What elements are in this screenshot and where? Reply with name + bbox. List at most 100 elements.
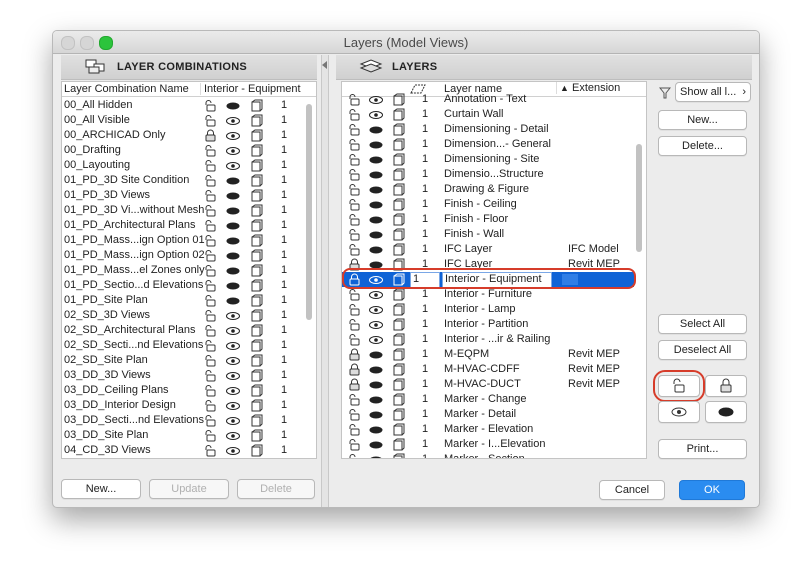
combination-row[interactable]: 01_PD_3D Site Condition 1 <box>62 173 302 188</box>
column-header-combination-name[interactable]: Layer Combination Name <box>64 83 189 95</box>
layer-row[interactable]: 1 Finish - Ceiling <box>342 197 634 212</box>
delete-layer-button[interactable]: Delete... <box>658 136 747 156</box>
combination-row[interactable]: 00_All Hidden 1 <box>62 98 302 113</box>
lock-icon <box>349 348 360 361</box>
layer-row[interactable]: 1 Marker - Section <box>342 452 634 458</box>
wireframe-solid-icon <box>251 399 263 412</box>
show-all-layers-dropdown[interactable]: Show all l... › <box>675 82 751 102</box>
combination-row[interactable]: 01_PD_Architectural Plans 1 <box>62 218 302 233</box>
wireframe-solid-icon <box>251 414 263 427</box>
layer-row[interactable]: 1 M-HVAC-DUCT Revit MEP <box>342 377 634 392</box>
layer-view-mode-toggle[interactable] <box>392 453 405 458</box>
layer-row[interactable]: 1 Finish - Wall <box>342 227 634 242</box>
combination-intersection-group: 1 <box>281 414 288 426</box>
layer-row[interactable]: 1 Dimensioning - Detail <box>342 122 634 137</box>
wireframe-solid-icon <box>393 198 405 211</box>
combination-row[interactable]: 02_SD_Site Plan 1 <box>62 353 302 368</box>
combination-row[interactable]: 03_DD_3D Views 1 <box>62 368 302 383</box>
intersection-group-number: 1 <box>422 138 429 150</box>
layer-row[interactable]: 1 Drawing & Figure <box>342 182 634 197</box>
layer-row[interactable]: 1 Finish - Floor <box>342 212 634 227</box>
combination-row[interactable]: 01_PD_Site Plan 1 <box>62 293 302 308</box>
combination-row[interactable]: 00_Layouting 1 <box>62 158 302 173</box>
cancel-button[interactable]: Cancel <box>599 480 665 500</box>
show-all-layers-label: Show all l... <box>680 86 737 98</box>
collapse-arrow-icon[interactable] <box>322 61 327 69</box>
layer-row[interactable]: 1 Interior - Furniture <box>342 287 634 302</box>
eye-icon <box>226 327 240 335</box>
combination-row[interactable]: 01_PD_Mass...ign Option 02 1 <box>62 248 302 263</box>
delete-combination-button[interactable]: Delete <box>237 479 315 499</box>
intersection-group-number: 1 <box>422 363 429 375</box>
combination-row[interactable]: 01_PD_Mass...ign Option 01 1 <box>62 233 302 248</box>
combination-row[interactable]: 00_Drafting 1 <box>62 143 302 158</box>
layer-row[interactable]: 1 Interior - Lamp <box>342 302 634 317</box>
layer-row[interactable]: 1 M-EQPM Revit MEP <box>342 347 634 362</box>
combination-visibility-toggle[interactable] <box>225 445 241 458</box>
combination-row[interactable]: 01_PD_Sectio...d Elevations 1 <box>62 278 302 293</box>
hide-selected-layers-button[interactable] <box>705 401 747 423</box>
layer-visibility-toggle[interactable] <box>368 454 384 458</box>
hidden-eye-icon <box>369 216 383 224</box>
intersection-group-number: 1 <box>422 333 429 345</box>
column-header-active-combination[interactable]: Interior - Equipment <box>200 83 301 95</box>
combination-row[interactable]: 03_DD_Site Plan 1 <box>62 428 302 443</box>
layer-combinations-list-header: Layer Combination Name Interior - Equipm… <box>62 82 316 97</box>
combination-intersection-group: 1 <box>281 354 288 366</box>
left-list-scrollbar[interactable] <box>306 104 312 320</box>
layer-row[interactable]: 1 Marker - Change <box>342 392 634 407</box>
intersection-group-number: 1 <box>422 318 429 330</box>
new-layer-button[interactable]: New... <box>658 110 747 130</box>
print-button[interactable]: Print... <box>658 439 747 459</box>
layer-row[interactable]: 1 Marker - I...Elevation <box>342 437 634 452</box>
combination-name: 01_PD_3D Views <box>64 189 151 201</box>
combination-lock-toggle[interactable] <box>204 444 217 458</box>
intersection-group-number: 1 <box>422 123 429 135</box>
update-combination-button[interactable]: Update <box>149 479 229 499</box>
unlock-button-highlight-ring <box>653 370 705 402</box>
combination-row[interactable]: 01_PD_3D Views 1 <box>62 188 302 203</box>
new-combination-button[interactable]: New... <box>61 479 141 499</box>
layer-row[interactable]: 1 Annotation - Text <box>342 92 634 107</box>
layer-row[interactable]: 1 Dimensio...Structure <box>342 167 634 182</box>
layers-list-scrollbar[interactable] <box>636 144 642 252</box>
layer-row[interactable]: 1 Dimensioning - Site <box>342 152 634 167</box>
intersection-group-number: 1 <box>422 243 429 255</box>
combination-row[interactable]: 02_SD_Secti...nd Elevations 1 <box>62 338 302 353</box>
combination-row[interactable]: 00_All Visible 1 <box>62 113 302 128</box>
combination-row[interactable]: 01_PD_3D Vi...without Mesh 1 <box>62 203 302 218</box>
unlock-icon <box>349 124 360 136</box>
layer-row[interactable]: 1 Marker - Detail <box>342 407 634 422</box>
panel-splitter[interactable] <box>321 55 329 507</box>
show-selected-layers-button[interactable] <box>658 401 700 423</box>
layer-row[interactable]: 1 M-HVAC-CDFF Revit MEP <box>342 362 634 377</box>
combination-row[interactable]: 03_DD_Interior Design 1 <box>62 398 302 413</box>
select-all-button[interactable]: Select All <box>658 314 747 334</box>
layer-combinations-list[interactable]: Layer Combination Name Interior - Equipm… <box>61 81 317 459</box>
combination-view-mode-toggle[interactable] <box>250 444 263 458</box>
combination-row[interactable]: 02_SD_Architectural Plans 1 <box>62 323 302 338</box>
hidden-eye-icon <box>226 102 240 110</box>
hidden-eye-icon <box>369 366 383 374</box>
deselect-all-button[interactable]: Deselect All <box>658 340 747 360</box>
combination-row[interactable]: 00_ARCHICAD Only 1 <box>62 128 302 143</box>
combination-row[interactable]: 03_DD_Ceiling Plans 1 <box>62 383 302 398</box>
layer-row[interactable]: 1 IFC Layer IFC Model <box>342 242 634 257</box>
unlock-icon <box>205 310 216 322</box>
combination-row[interactable]: 02_SD_3D Views 1 <box>62 308 302 323</box>
combination-intersection-group: 1 <box>281 234 288 246</box>
layer-row[interactable]: 1 Curtain Wall <box>342 107 634 122</box>
combination-row[interactable]: 01_PD_Mass...el Zones only 1 <box>62 263 302 278</box>
lock-selected-layers-button[interactable] <box>705 375 747 397</box>
combination-row[interactable]: 04_CD_3D Views 1 <box>62 443 302 458</box>
layer-row[interactable]: 1 Interior - Partition <box>342 317 634 332</box>
layer-row[interactable]: 1 Dimension...- General <box>342 137 634 152</box>
ok-button[interactable]: OK <box>679 480 745 500</box>
unlock-icon <box>205 445 216 457</box>
layer-row[interactable]: 1 Marker - Elevation <box>342 422 634 437</box>
wireframe-solid-icon <box>393 243 405 256</box>
combination-row[interactable]: 03_DD_Secti...nd Elevations 1 <box>62 413 302 428</box>
layer-row[interactable]: 1 Interior - ...ir & Railing <box>342 332 634 347</box>
wireframe-solid-icon <box>251 249 263 262</box>
layer-lock-toggle[interactable] <box>348 453 361 458</box>
